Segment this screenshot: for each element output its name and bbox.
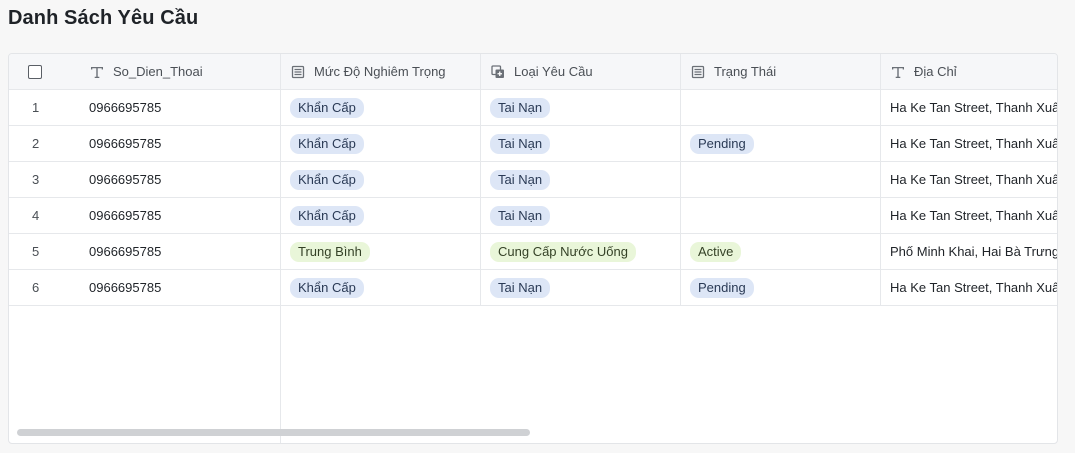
column-header-address[interactable]: Địa Chỉ [881, 54, 1057, 89]
frozen-column-divider [280, 306, 281, 443]
column-header-status[interactable]: Trạng Thái [681, 54, 881, 89]
status-tag[interactable]: Active [690, 241, 742, 262]
table-row[interactable]: 4 0966695785 Khẩn Cấp Tai Nạn Ha Ke Tan … [9, 198, 1057, 234]
status-cell[interactable] [681, 198, 881, 233]
row-number: 6 [32, 280, 40, 295]
row-number: 1 [32, 100, 40, 115]
request-type-tag[interactable]: Tai Nạn [490, 169, 551, 190]
row-number: 3 [32, 172, 40, 187]
address-cell[interactable]: Ha Ke Tan Street, Thanh Xuâ... [890, 172, 1057, 187]
column-header-phone[interactable]: So_Dien_Thoai [79, 54, 281, 89]
table-row[interactable]: 2 0966695785 Khẩn Cấp Tai Nạn Pending Ha… [9, 126, 1057, 162]
column-header-label: So_Dien_Thoai [113, 64, 203, 79]
address-cell[interactable]: Ha Ke Tan Street, Thanh Xuâ... [890, 136, 1057, 151]
column-header-label: Loại Yêu Cầu [514, 64, 593, 79]
request-type-tag[interactable]: Tai Nạn [490, 277, 551, 298]
table-row[interactable]: 1 0966695785 Khẩn Cấp Tai Nạn Ha Ke Tan … [9, 90, 1057, 126]
address-cell[interactable]: Ha Ke Tan Street, Thanh Xuâ... [890, 208, 1057, 223]
row-number: 4 [32, 208, 40, 223]
select-all-cell [9, 54, 79, 89]
address-cell[interactable]: Phố Minh Khai, Hai Bà Trưng... [890, 244, 1057, 259]
data-table: So_Dien_Thoai Mức Độ Nghiêm Trọng Loại Y… [8, 53, 1058, 444]
row-number: 5 [32, 244, 40, 259]
phone-cell[interactable]: 0966695785 [89, 136, 161, 151]
column-header-label: Mức Độ Nghiêm Trọng [314, 64, 446, 79]
table-header-row: So_Dien_Thoai Mức Độ Nghiêm Trọng Loại Y… [9, 54, 1057, 90]
list-field-icon [690, 64, 706, 80]
request-type-tag[interactable]: Tai Nạn [490, 133, 551, 154]
text-type-icon [89, 64, 105, 80]
address-cell[interactable]: Ha Ke Tan Street, Thanh Xuâ... [890, 100, 1057, 115]
phone-cell[interactable]: 0966695785 [89, 208, 161, 223]
table-row[interactable]: 5 0966695785 Trung Bình Cung Cấp Nước Uố… [9, 234, 1057, 270]
severity-tag[interactable]: Khẩn Cấp [290, 133, 364, 154]
request-type-tag[interactable]: Tai Nạn [490, 97, 551, 118]
status-cell[interactable] [681, 162, 881, 197]
horizontal-scrollbar[interactable] [17, 429, 530, 436]
status-tag[interactable]: Pending [690, 277, 754, 298]
column-header-label: Địa Chỉ [914, 64, 957, 79]
select-all-checkbox[interactable] [28, 64, 42, 79]
phone-cell[interactable]: 0966695785 [89, 280, 161, 295]
table-empty-area [9, 306, 1057, 443]
severity-tag[interactable]: Khẩn Cấp [290, 277, 364, 298]
multi-select-icon [490, 64, 506, 80]
status-tag[interactable]: Pending [690, 133, 754, 154]
address-cell[interactable]: Ha Ke Tan Street, Thanh Xuâ... [890, 280, 1057, 295]
severity-tag[interactable]: Khẩn Cấp [290, 97, 364, 118]
phone-cell[interactable]: 0966695785 [89, 172, 161, 187]
phone-cell[interactable]: 0966695785 [89, 100, 161, 115]
text-type-icon [890, 64, 906, 80]
table-row[interactable]: 6 0966695785 Khẩn Cấp Tai Nạn Pending Ha… [9, 270, 1057, 306]
request-type-tag[interactable]: Cung Cấp Nước Uống [490, 241, 636, 262]
severity-tag[interactable]: Trung Bình [290, 241, 370, 262]
severity-tag[interactable]: Khẩn Cấp [290, 205, 364, 226]
phone-cell[interactable]: 0966695785 [89, 244, 161, 259]
table-row[interactable]: 3 0966695785 Khẩn Cấp Tai Nạn Ha Ke Tan … [9, 162, 1057, 198]
severity-tag[interactable]: Khẩn Cấp [290, 169, 364, 190]
column-header-request-type[interactable]: Loại Yêu Cầu [481, 54, 681, 89]
table-grid: So_Dien_Thoai Mức Độ Nghiêm Trọng Loại Y… [9, 54, 1057, 306]
status-cell[interactable] [681, 90, 881, 125]
page-title: Danh Sách Yêu Cầu [8, 7, 199, 29]
list-field-icon [290, 64, 306, 80]
request-type-tag[interactable]: Tai Nạn [490, 205, 551, 226]
column-header-severity[interactable]: Mức Độ Nghiêm Trọng [281, 54, 481, 89]
column-header-label: Trạng Thái [714, 64, 777, 79]
row-number: 2 [32, 136, 40, 151]
